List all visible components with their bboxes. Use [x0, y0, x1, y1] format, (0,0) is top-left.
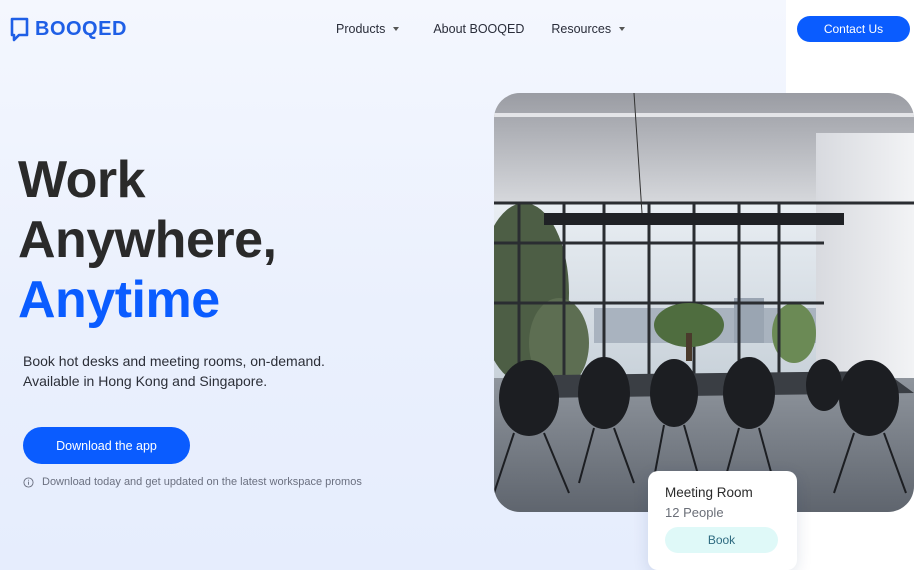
hero-subtitle: Book hot desks and meeting rooms, on-dem…: [23, 353, 325, 389]
booqed-logo-icon: [10, 17, 29, 42]
brand-logo[interactable]: BOOQED: [10, 16, 127, 42]
chevron-down-icon: [619, 27, 626, 31]
brand-name: BOOQED: [35, 17, 127, 40]
nav-item-label: About BOOQED: [433, 22, 525, 36]
nav-item-label: Products: [336, 22, 386, 36]
room-title: Meeting Room: [665, 485, 753, 500]
nav-item-products[interactable]: Products: [336, 22, 400, 36]
headline-line-3: Anytime: [18, 271, 220, 329]
info-icon: [23, 476, 34, 488]
meeting-room-photo: [494, 93, 914, 512]
download-app-button[interactable]: Download the app: [23, 427, 190, 464]
book-button[interactable]: Book: [665, 527, 778, 553]
headline-line-1: Work: [18, 151, 146, 209]
headline-line-2: Anywhere,: [18, 211, 277, 269]
chevron-down-icon: [393, 27, 400, 31]
main-nav: Products About BOOQED Resources: [336, 22, 626, 36]
meeting-room-card: Meeting Room 12 People Book: [648, 471, 797, 570]
hero-headline: Work Anywhere, Anytime: [18, 150, 277, 330]
room-capacity: 12 People: [665, 505, 724, 520]
contact-us-button[interactable]: Contact Us: [797, 16, 910, 42]
nav-item-resources[interactable]: Resources: [551, 22, 626, 36]
download-note: Download today and get updated on the la…: [23, 476, 362, 488]
download-note-text: Download today and get updated on the la…: [42, 476, 362, 488]
nav-item-about[interactable]: About BOOQED: [433, 22, 524, 36]
nav-item-label: Resources: [551, 22, 612, 36]
